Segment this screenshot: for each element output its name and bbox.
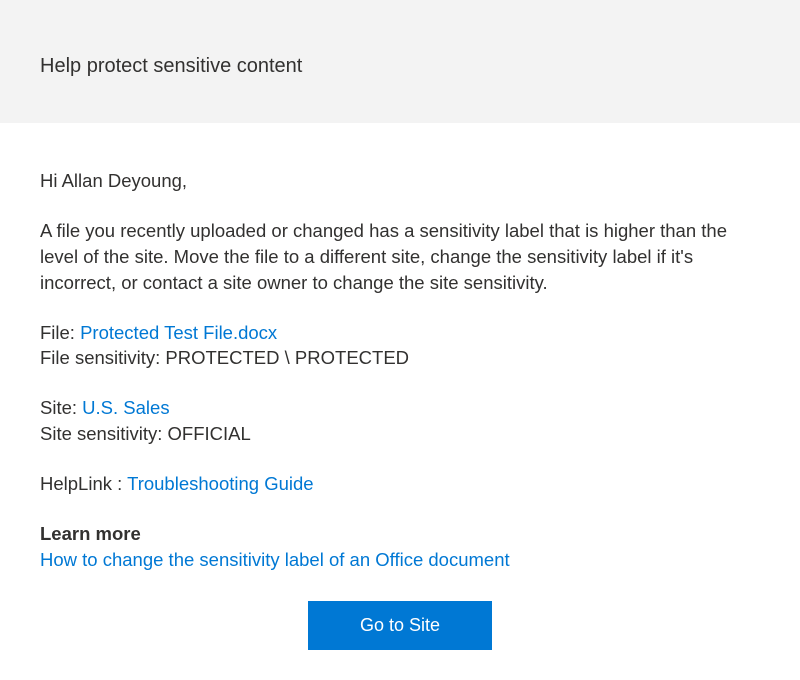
file-block: File: Protected Test File.docx File sens… [40, 320, 760, 372]
site-label: Site: [40, 397, 82, 418]
learn-heading: Learn more [40, 521, 760, 547]
go-to-site-button[interactable]: Go to Site [308, 601, 492, 650]
description-text: A file you recently uploaded or changed … [40, 218, 760, 296]
page-title: Help protect sensitive content [40, 55, 760, 78]
learn-block: Learn more How to change the sensitivity… [40, 521, 760, 573]
help-link[interactable]: Troubleshooting Guide [127, 473, 314, 494]
site-block: Site: U.S. Sales Site sensitivity: OFFIC… [40, 395, 760, 447]
site-sensitivity-value: OFFICIAL [168, 423, 251, 444]
file-sensitivity-line: File sensitivity: PROTECTED \ PROTECTED [40, 345, 760, 371]
content: Hi Allan Deyoung, A file you recently up… [0, 123, 800, 680]
help-block: HelpLink : Troubleshooting Guide [40, 471, 760, 497]
file-link[interactable]: Protected Test File.docx [80, 322, 277, 343]
help-label: HelpLink : [40, 473, 127, 494]
header: Help protect sensitive content [0, 0, 800, 123]
learn-link[interactable]: How to change the sensitivity label of a… [40, 549, 510, 570]
file-label: File: [40, 322, 80, 343]
site-line: Site: U.S. Sales [40, 395, 760, 421]
greeting-text: Hi Allan Deyoung, [40, 168, 760, 194]
button-row: Go to Site [40, 601, 760, 650]
site-sensitivity-line: Site sensitivity: OFFICIAL [40, 421, 760, 447]
file-line: File: Protected Test File.docx [40, 320, 760, 346]
file-sensitivity-label: File sensitivity: [40, 347, 165, 368]
site-sensitivity-label: Site sensitivity: [40, 423, 168, 444]
site-link[interactable]: U.S. Sales [82, 397, 169, 418]
file-sensitivity-value: PROTECTED \ PROTECTED [165, 347, 409, 368]
